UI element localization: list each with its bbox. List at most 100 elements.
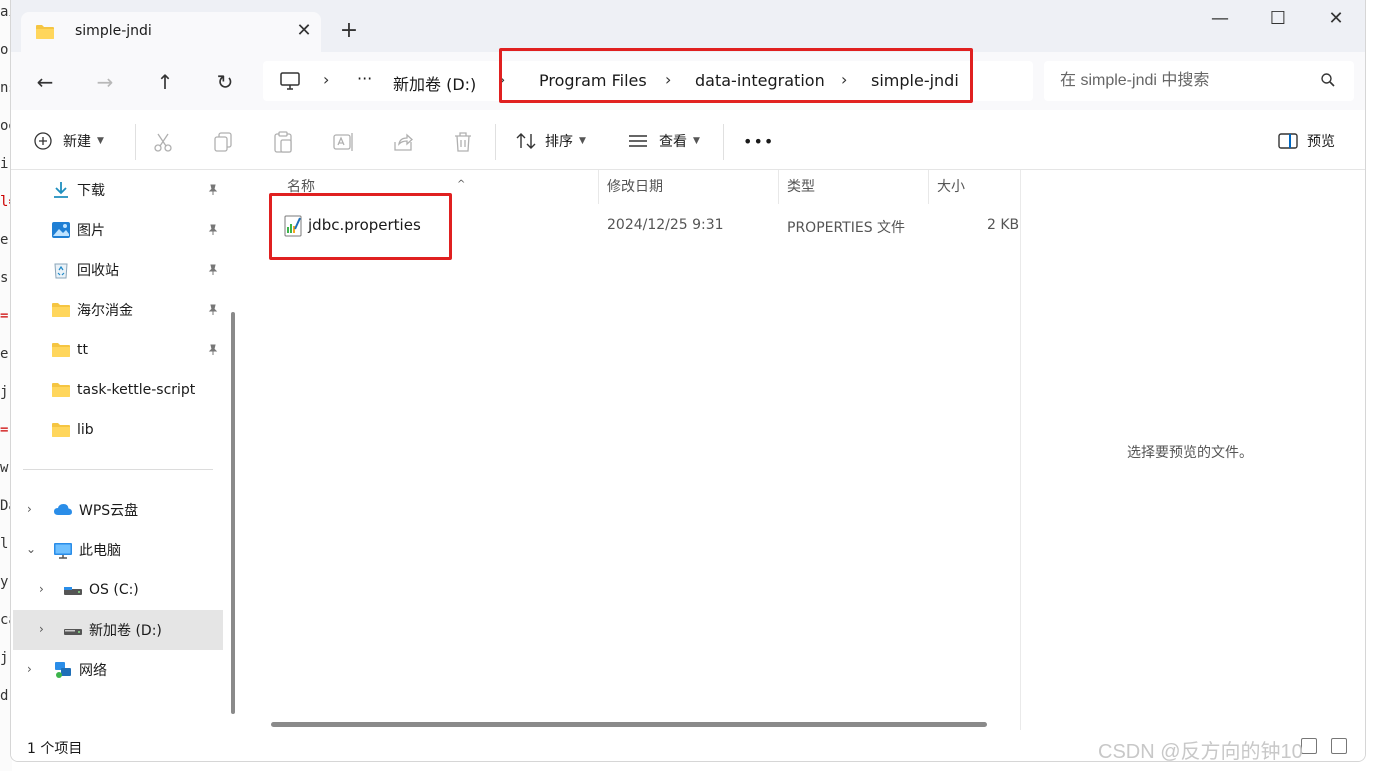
sidebar-item-label: OS (C:) bbox=[89, 582, 139, 598]
chevron-down-icon[interactable]: ⌄ bbox=[26, 542, 36, 556]
view-button-label: 查看 bbox=[659, 134, 687, 150]
preview-button-label: 预览 bbox=[1307, 134, 1335, 150]
sidebar-item-label: 新加卷 (D:) bbox=[89, 623, 162, 639]
tab-close-icon[interactable]: ✕ bbox=[291, 18, 317, 44]
sidebar-item-this-pc[interactable]: 此电脑 bbox=[53, 530, 121, 570]
toolbar-divider bbox=[495, 124, 496, 160]
sort-button-label: 排序 bbox=[545, 134, 573, 150]
pin-icon[interactable] bbox=[207, 224, 219, 236]
background-editor-line: s bbox=[0, 270, 9, 286]
sidebar-item-folder-task-kettle-script[interactable]: task-kettle-script bbox=[51, 370, 195, 410]
new-tab-button[interactable]: + bbox=[335, 18, 363, 46]
background-editor-line: d bbox=[0, 688, 9, 704]
pin-icon[interactable] bbox=[207, 264, 219, 276]
sidebar-scrollbar[interactable] bbox=[231, 312, 235, 714]
chevron-down-icon: ▼ bbox=[579, 136, 586, 146]
sidebar-item-drive-d[interactable]: 新加卷 (D:) bbox=[13, 610, 223, 650]
download-icon bbox=[54, 182, 68, 198]
sidebar-item-pictures[interactable]: 图片 bbox=[51, 210, 105, 250]
computer-icon bbox=[280, 72, 300, 90]
up-button[interactable]: ↑ bbox=[148, 65, 182, 99]
drive-icon bbox=[64, 587, 82, 595]
background-editor-line: l bbox=[0, 536, 9, 552]
sidebar-item-folder-tt[interactable]: tt bbox=[51, 330, 88, 370]
search-box[interactable] bbox=[1044, 61, 1354, 101]
refresh-button[interactable]: ↻ bbox=[208, 65, 242, 99]
chevron-right-icon[interactable]: › bbox=[27, 662, 32, 676]
copy-icon[interactable] bbox=[211, 130, 235, 154]
sidebar-item-recycle-bin[interactable]: 回收站 bbox=[51, 250, 119, 290]
chevron-right-icon[interactable]: › bbox=[39, 582, 44, 596]
tiles-view-icon[interactable] bbox=[1331, 738, 1347, 754]
navigation-bar: ← → ↑ ↻ › ··· 新加卷 (D:) › Program Files ›… bbox=[11, 48, 1365, 110]
share-icon[interactable] bbox=[391, 130, 415, 154]
details-view-icon[interactable] bbox=[1301, 738, 1317, 754]
sidebar-item-folder-haier[interactable]: 海尔消金 bbox=[51, 290, 133, 330]
sidebar-item-label: 下载 bbox=[77, 183, 105, 199]
network-icon bbox=[55, 662, 71, 678]
folder-icon bbox=[52, 303, 70, 317]
paste-icon[interactable] bbox=[271, 130, 295, 154]
toolbar-divider bbox=[135, 124, 136, 160]
pin-icon[interactable] bbox=[207, 344, 219, 356]
sidebar-item-network[interactable]: 网络 bbox=[53, 650, 107, 690]
file-size: 2 KB bbox=[987, 217, 1020, 233]
folder-icon bbox=[52, 423, 70, 437]
tab-simple-jndi[interactable]: simple-jndi ✕ bbox=[21, 12, 321, 52]
view-button[interactable]: 查看 ▼ bbox=[627, 128, 700, 154]
forward-button[interactable]: → bbox=[88, 65, 122, 99]
background-editor-line: = bbox=[0, 308, 9, 324]
minimize-button[interactable]: — bbox=[1191, 4, 1249, 36]
pin-icon[interactable] bbox=[207, 304, 219, 316]
title-bar: simple-jndi ✕ + — ☐ ✕ bbox=[11, 0, 1365, 52]
sidebar-item-wps-cloud[interactable]: WPS云盘 bbox=[53, 490, 138, 530]
cut-icon[interactable] bbox=[151, 130, 175, 154]
toolbar-divider bbox=[723, 124, 724, 160]
back-button[interactable]: ← bbox=[28, 65, 62, 99]
close-window-button[interactable]: ✕ bbox=[1307, 4, 1365, 36]
background-editor-line: i bbox=[0, 156, 9, 172]
chevron-right-icon[interactable]: › bbox=[39, 622, 44, 636]
background-editor-line: j bbox=[0, 650, 9, 666]
maximize-button[interactable]: ☐ bbox=[1249, 4, 1307, 36]
horizontal-scrollbar[interactable] bbox=[271, 722, 987, 727]
item-count: 1 个项目 bbox=[27, 741, 83, 757]
chevron-right-icon[interactable]: › bbox=[27, 502, 32, 516]
column-header-modified[interactable]: 修改日期 bbox=[599, 170, 779, 204]
breadcrumb-drive-d[interactable]: 新加卷 (D:) bbox=[393, 71, 476, 95]
background-editor-line: = bbox=[0, 422, 9, 438]
plus-circle-icon bbox=[34, 132, 52, 150]
folder-icon bbox=[52, 343, 70, 357]
sort-ascending-icon: ^ bbox=[457, 179, 466, 190]
more-options-button[interactable]: ••• bbox=[743, 128, 774, 154]
breadcrumb-ellipsis[interactable]: ··· bbox=[357, 69, 372, 88]
watermark: CSDN @反方向的钟10 bbox=[1098, 741, 1303, 763]
drive-icon bbox=[64, 629, 82, 635]
sidebar-item-label: 此电脑 bbox=[79, 543, 121, 559]
tab-title: simple-jndi bbox=[75, 23, 152, 39]
sidebar-item-drive-c[interactable]: OS (C:) bbox=[63, 570, 139, 610]
sidebar-item-downloads[interactable]: 下载 bbox=[51, 170, 105, 210]
new-button[interactable]: 新建 ▼ bbox=[33, 128, 104, 154]
rename-icon[interactable] bbox=[331, 130, 355, 154]
sort-button[interactable]: 排序 ▼ bbox=[515, 128, 586, 154]
sidebar-item-label: lib bbox=[77, 422, 94, 438]
preview-toggle-button[interactable]: 预览 bbox=[1277, 128, 1335, 154]
sidebar-item-label: 网络 bbox=[79, 663, 107, 679]
sidebar-item-folder-lib[interactable]: lib bbox=[51, 410, 94, 450]
chevron-down-icon: ▼ bbox=[97, 136, 104, 146]
chevron-right-icon: › bbox=[323, 70, 330, 89]
column-header-type[interactable]: 类型 bbox=[779, 170, 929, 204]
search-input[interactable] bbox=[1060, 69, 1310, 93]
view-list-icon bbox=[629, 135, 647, 147]
file-type: PROPERTIES 文件 bbox=[787, 220, 906, 236]
computer-icon bbox=[54, 543, 72, 559]
sidebar-item-label: task-kettle-script bbox=[77, 382, 196, 398]
pin-icon[interactable] bbox=[207, 184, 219, 196]
preview-empty-message: 选择要预览的文件。 bbox=[1127, 445, 1253, 461]
column-header-size[interactable]: 大小 bbox=[929, 170, 1029, 204]
background-editor-line: w bbox=[0, 460, 9, 476]
new-button-label: 新建 bbox=[63, 134, 91, 150]
delete-icon[interactable] bbox=[451, 130, 475, 154]
background-editor-line: o bbox=[0, 42, 9, 58]
